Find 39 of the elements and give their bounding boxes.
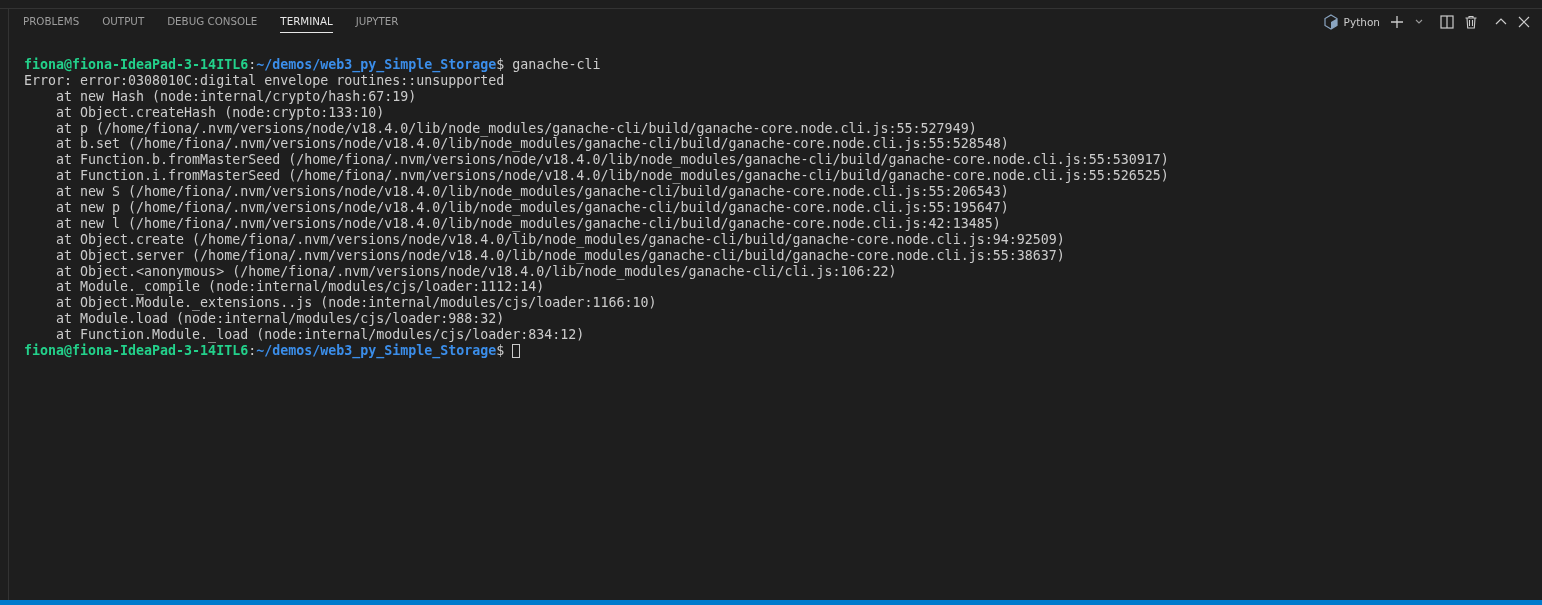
trash-icon[interactable]: [1464, 15, 1478, 29]
output-line: at Function.Module._load (node:internal/modules/cjs/loader:834:12): [56, 327, 585, 344]
output-line: at new S (/home/fiona/.nvm/versions/node/v18.4.0/lib/node_modules/ganache-cli/build/ganache-core.node.cli.js:55:206543): [55, 184, 1009, 201]
panel-tab[interactable]: TERMINAL: [280, 11, 333, 33]
output-line: at new l (/home/fiona/.nvm/versions/node/v18.4.0/lib/node_modules/ganache-cli/build/ganache-core.node.cli.js:42:13485): [55, 215, 1001, 232]
output-line: at Object.<anonymous> (/home/fiona/.nvm/versions/node/v18.4.0/lib/node_modules/ganache-cli/cli.js:106:22): [55, 263, 897, 280]
prompt-sign: $: [496, 343, 505, 359]
output-line: at p (/home/fiona/.nvm/versions/node/v18.4.0/lib/node_modules/ganache-cli/build/ganache-core.node.cli.js:55:527949): [55, 120, 977, 137]
split-icon[interactable]: [1440, 15, 1454, 29]
prompt-separator: :: [248, 343, 257, 359]
output-line: at Object.server (/home/fiona/.nvm/versions/node/v18.4.0/lib/node_modules/ganache-cli/build/ganache-core.node.cli.js:55:38637): [55, 247, 1065, 264]
output-line: at new p (/home/fiona/.nvm/versions/node/v18.4.0/lib/node_modules/ganache-cli/build/ganache-core.node.cli.js:55:195647): [55, 200, 1009, 216]
output-line: at Object.Module._extensions..js (node:internal/modules/cjs/loader:1166:10): [55, 295, 657, 312]
prompt-path: ~/demos/web3_py_Simple_Storage: [256, 343, 497, 359]
prompt-path: ~/demos/web3_py_Simple_Storage: [256, 57, 497, 73]
close-icon[interactable]: [1518, 16, 1530, 28]
output-line: at Module.load (node:internal/modules/cjs/loader:988:32): [55, 311, 505, 328]
output-line: at Function.b.fromMasterSeed (/home/fiona/.nvm/versions/node/v18.4.0/lib/node_modules/ganache-cli/build/ganache-core.node.cli.js:55:530917): [55, 152, 1169, 169]
command-text: ganache-cli: [512, 57, 601, 73]
panel-tab[interactable]: JUPYTER: [355, 11, 399, 33]
panel-tab[interactable]: PROBLEMS: [23, 11, 80, 33]
prompt-separator: :: [248, 57, 257, 72]
terminal-profile-button[interactable]: Python: [1323, 14, 1380, 30]
output-line: at Object.create (/home/fiona/.nvm/versions/node/v18.4.0/lib/node_modules/ganache-cli/build/ganache-core.node.cli.js:94:92509): [55, 231, 1065, 248]
prompt-user: fiona@fiona-IdeaPad-3-14ITL6: [24, 57, 249, 73]
output-line: at Object.createHash (node:crypto:133:10): [55, 104, 385, 121]
plus-icon[interactable]: [1390, 15, 1404, 29]
prompt-sign: $: [496, 57, 505, 72]
panel-tab[interactable]: OUTPUT: [102, 11, 145, 33]
chevron-down-icon[interactable]: [1414, 18, 1424, 26]
chevron-up-icon[interactable]: [1494, 17, 1508, 27]
output-line: at new Hash (node:internal/crypto/hash:67:19): [55, 88, 417, 105]
prompt-user: fiona@fiona-IdeaPad-3-14ITL6: [24, 343, 249, 359]
output-line: at b.set (/home/fiona/.nvm/versions/node/v18.4.0/lib/node_modules/ganache-cli/build/ganache-core.node.cli.js:55:528548): [55, 136, 1009, 153]
output-line: Error: error:0308010C:digital envelope routines::unsupported: [24, 72, 505, 89]
output-line: at Function.i.fromMasterSeed (/home/fiona/.nvm/versions/node/v18.4.0/lib/node_modules/ganache-cli/build/ganache-core.node.cli.js:55:526525): [55, 168, 1169, 185]
output-line: at Module._compile (node:internal/modules/cjs/loader:1112:14): [55, 279, 545, 296]
panel-tab[interactable]: DEBUG CONSOLE: [167, 11, 258, 33]
cube-icon: [1323, 14, 1338, 30]
